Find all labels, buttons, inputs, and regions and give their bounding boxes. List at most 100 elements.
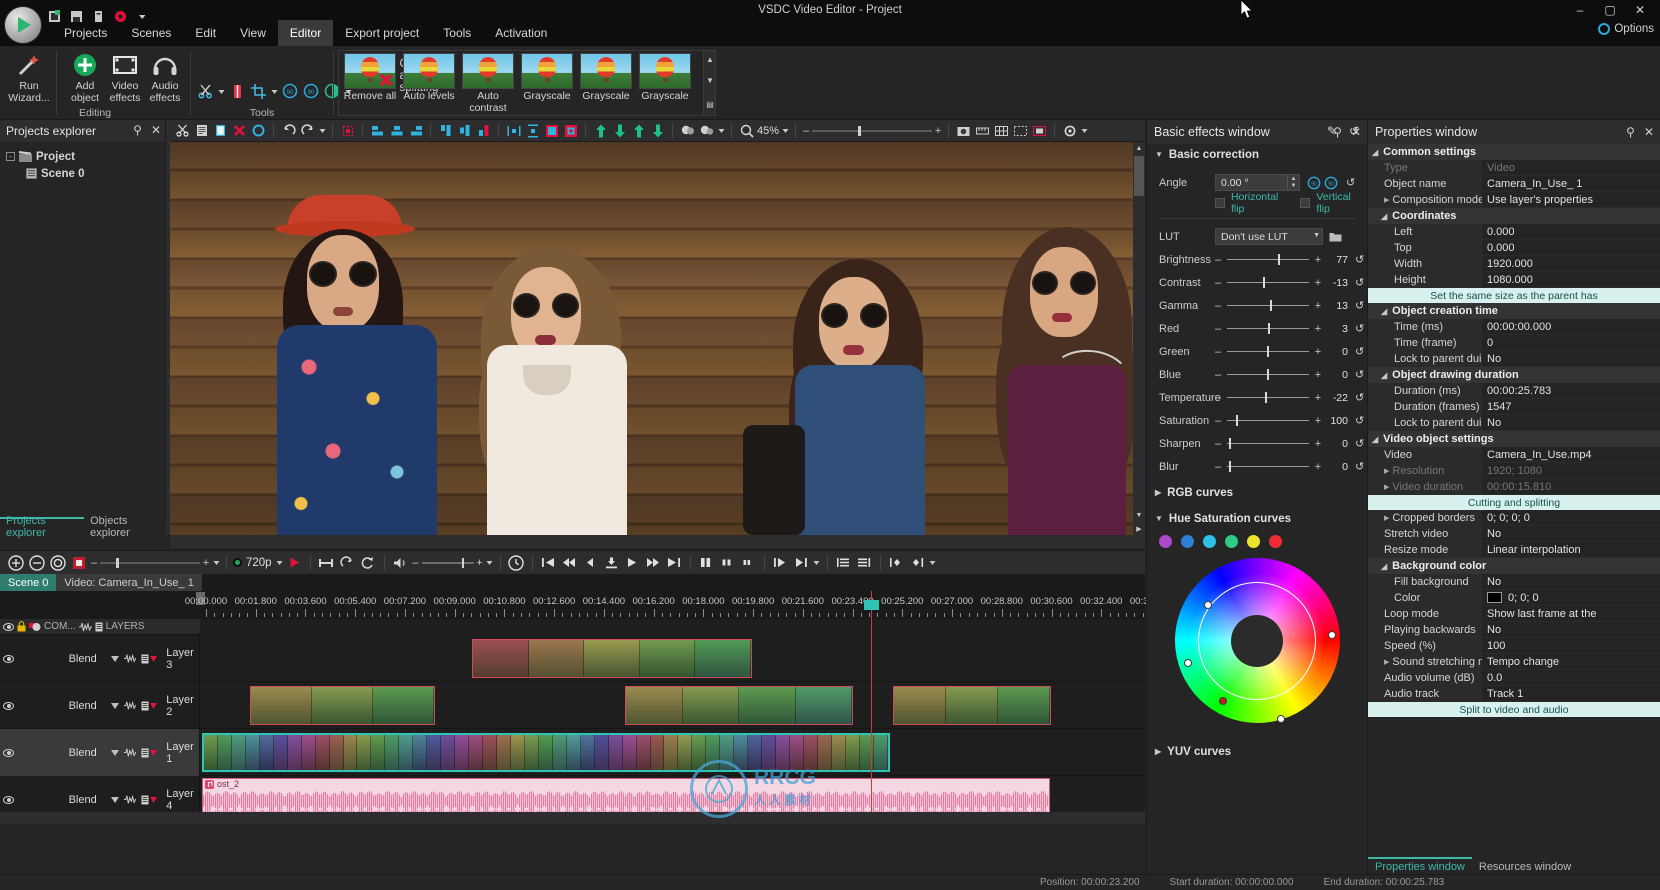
property-row[interactable]: Object nameCamera_In_Use_ 1 <box>1368 176 1660 192</box>
align-right-icon[interactable] <box>407 122 424 139</box>
rotate-90-right-icon[interactable]: 90 <box>1322 174 1339 191</box>
scissors-caret-icon[interactable] <box>217 82 225 100</box>
timeline-zoom-in-icon[interactable]: + <box>202 557 210 569</box>
bring-front-icon[interactable] <box>630 122 647 139</box>
property-value[interactable]: Camera_In_Use.mp4 <box>1482 447 1660 462</box>
scroll-right-icon[interactable]: ▶ <box>1133 522 1145 535</box>
property-value[interactable]: No <box>1482 351 1660 366</box>
rotate-left-icon[interactable]: 90 <box>281 82 299 100</box>
menu-view[interactable]: View <box>228 20 278 46</box>
list-icon[interactable] <box>834 553 853 572</box>
stop-record-icon[interactable] <box>69 553 88 572</box>
section-hue-saturation-curves[interactable]: ▼ Hue Saturation curves <box>1147 508 1367 529</box>
effect-reset-icon[interactable]: ↺ <box>1355 460 1364 473</box>
preview-vertical-scrollbar[interactable]: ▲ ▼ ▶ <box>1133 142 1145 535</box>
playhead-grip[interactable] <box>864 600 879 610</box>
volume-icon[interactable] <box>391 553 410 572</box>
angle-down-icon[interactable]: ▼ <box>1288 183 1299 191</box>
close-icon[interactable]: ✕ <box>1644 125 1654 139</box>
hue-swatch-3[interactable] <box>1203 535 1216 548</box>
volume-caret-icon[interactable] <box>486 553 494 572</box>
maximize-button[interactable]: ▢ <box>1602 2 1618 18</box>
track-row[interactable]: BlendLayer 3 <box>0 635 1145 682</box>
menu-tools[interactable]: Tools <box>431 20 483 46</box>
keyframe-icon[interactable] <box>887 553 906 572</box>
section-rgb-curves[interactable]: ▶ RGB curves <box>1147 482 1367 503</box>
timeline-zoom-caret-icon[interactable] <box>212 553 220 572</box>
property-group[interactable]: ◢Common settings <box>1368 144 1660 160</box>
property-value[interactable]: No <box>1482 415 1660 430</box>
tree-expander[interactable]: - <box>6 152 15 161</box>
property-row[interactable]: ▶Resolution1920; 1080 <box>1368 463 1660 479</box>
track-visibility-icon[interactable] <box>3 796 14 804</box>
effect-decrease-icon[interactable]: – <box>1214 346 1222 358</box>
video-clip[interactable] <box>893 686 1051 725</box>
track-effects-icon[interactable] <box>141 795 149 805</box>
fit-icon[interactable] <box>543 122 560 139</box>
track-blend-select[interactable]: Blend <box>69 794 119 806</box>
property-value[interactable]: 1920.000 <box>1482 256 1660 271</box>
section-yuv-curves[interactable]: ▶ YUV curves <box>1147 741 1367 762</box>
scroll-down-icon[interactable]: ▼ <box>1133 509 1145 522</box>
move-down-icon[interactable] <box>611 122 628 139</box>
property-value[interactable]: Video <box>1482 160 1660 175</box>
timeline-tab-scene-0[interactable]: Scene 0 <box>0 574 56 591</box>
property-row[interactable]: Audio volume (dB)0.0 <box>1368 670 1660 686</box>
render-region-icon[interactable] <box>317 553 336 572</box>
hue-saturation-wheel[interactable] <box>1175 558 1340 723</box>
tree-node-scene-0[interactable]: Scene 0 <box>4 165 161 182</box>
property-value[interactable]: No <box>1482 574 1660 589</box>
property-row[interactable]: Time (frame)0 <box>1368 335 1660 351</box>
effect-decrease-icon[interactable]: – <box>1214 415 1222 427</box>
property-group[interactable]: ◢Coordinates <box>1368 208 1660 224</box>
effect-slider[interactable] <box>1227 374 1309 375</box>
menu-projects[interactable]: Projects <box>52 20 119 46</box>
tree-node-project[interactable]: - Project <box>4 148 161 165</box>
property-row[interactable]: Height1080.000 <box>1368 272 1660 288</box>
property-value[interactable]: Use layer's properties <box>1482 192 1660 207</box>
history-caret-icon[interactable] <box>318 122 326 139</box>
track-effects-caret-icon[interactable] <box>150 656 157 662</box>
refresh-icon[interactable] <box>359 553 378 572</box>
effect-slider[interactable] <box>1227 466 1309 467</box>
settings-icon[interactable] <box>1061 122 1078 139</box>
track-visibility-icon[interactable] <box>3 702 14 710</box>
zoom-fit-icon[interactable] <box>738 122 755 139</box>
hue-reset-icon[interactable]: ↺ <box>1349 124 1359 138</box>
forward-icon[interactable] <box>644 553 663 572</box>
split-icon[interactable] <box>228 82 246 100</box>
menu-scenes[interactable]: Scenes <box>119 20 183 46</box>
property-value[interactable]: 1920; 1080 <box>1482 463 1660 478</box>
minimize-button[interactable]: – <box>1572 2 1588 18</box>
effect-increase-icon[interactable]: + <box>1314 369 1322 381</box>
composition-icon[interactable] <box>29 622 41 632</box>
zoom-out-icon[interactable]: – <box>802 125 810 137</box>
audio-effects-button[interactable]: Audio effects <box>140 50 190 104</box>
property-row[interactable]: Loop modeShow last frame at the <box>1368 606 1660 622</box>
effect-reset-icon[interactable]: ↺ <box>1355 276 1364 289</box>
settings-caret-icon[interactable] <box>1080 122 1088 139</box>
track-visibility-icon[interactable] <box>3 655 14 663</box>
track-header[interactable]: BlendLayer 2 <box>0 682 200 729</box>
align-middle-icon[interactable] <box>456 122 473 139</box>
center-icon[interactable] <box>562 122 579 139</box>
send-back-icon[interactable] <box>649 122 666 139</box>
effect-slider[interactable] <box>1227 397 1309 398</box>
loop-icon[interactable] <box>338 553 357 572</box>
align-top-icon[interactable] <box>437 122 454 139</box>
out-point-icon[interactable] <box>792 553 811 572</box>
distribute-v-icon[interactable] <box>524 122 541 139</box>
volume-slider[interactable] <box>422 562 474 564</box>
tab-resources-window[interactable]: Resources window <box>1472 857 1578 874</box>
track-header[interactable]: BlendLayer 1 <box>0 729 200 776</box>
scroll-down-icon[interactable]: ▼ <box>705 73 715 87</box>
menu-edit[interactable]: Edit <box>183 20 228 46</box>
timeline-ruler[interactable]: 00:00.00000:01.80000:03.60000:05.40000:0… <box>0 591 1145 619</box>
safe-area-icon[interactable] <box>1012 122 1029 139</box>
stop-icon[interactable] <box>602 553 621 572</box>
timeline-horizontal-scrollbar[interactable] <box>0 812 1145 824</box>
property-value[interactable]: 1080.000 <box>1482 272 1660 287</box>
track-blend-select[interactable]: Blend <box>69 700 119 712</box>
property-row[interactable]: Duration (frames)1547 <box>1368 399 1660 415</box>
effect-reset-icon[interactable]: ↺ <box>1355 414 1364 427</box>
